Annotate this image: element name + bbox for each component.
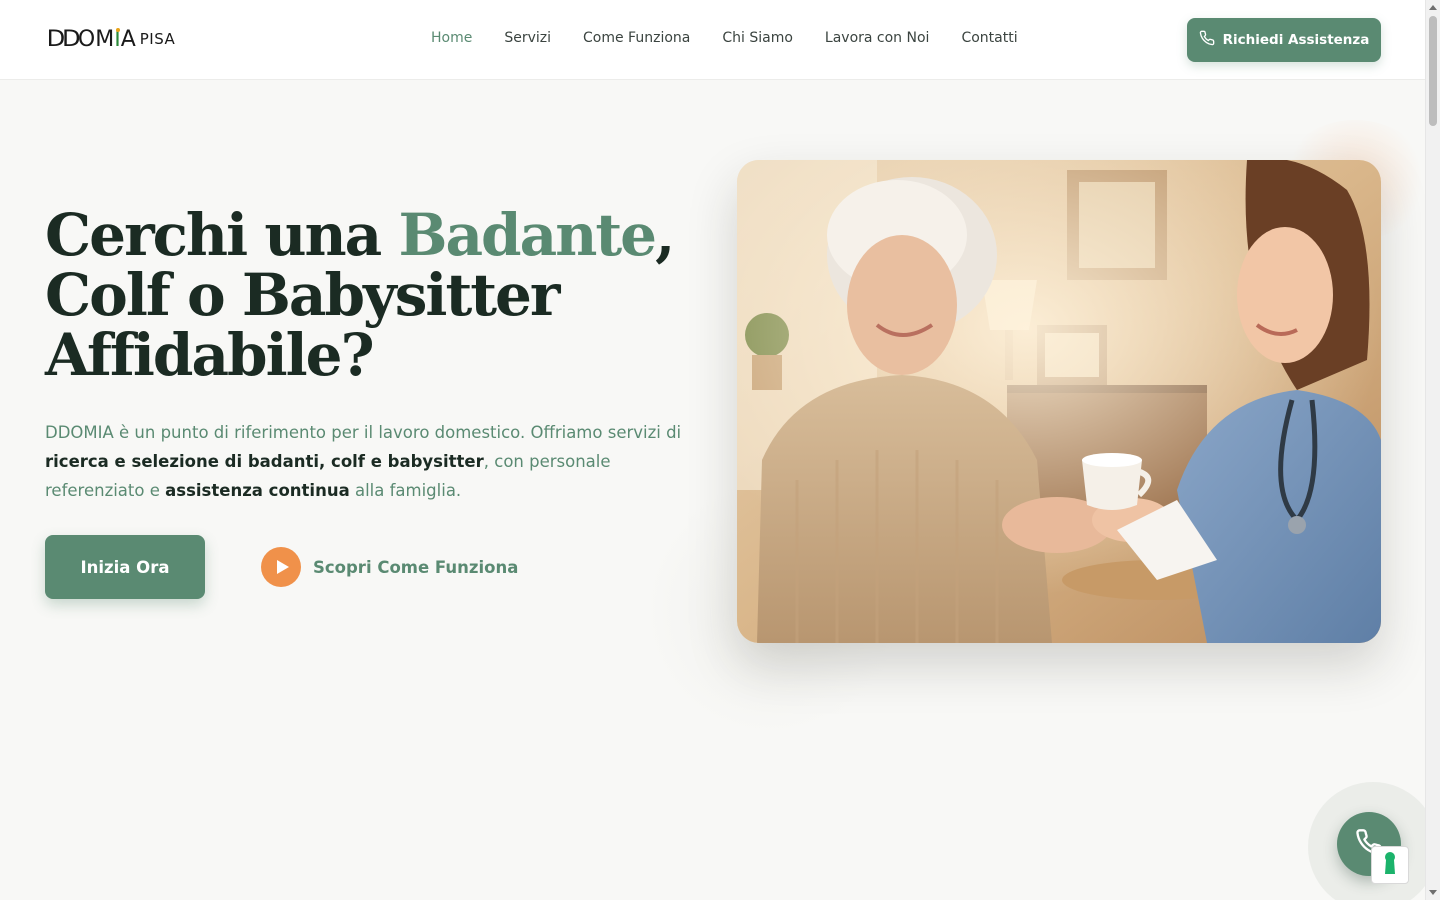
main-nav: Home Servizi Come Funziona Chi Siamo Lav… (431, 30, 1050, 46)
page-scrollbar[interactable] (1425, 0, 1440, 900)
hero-title-accent: Badante (398, 201, 657, 269)
scroll-up-arrow-icon[interactable] (1429, 5, 1437, 10)
nav-item-home[interactable]: Home (431, 30, 472, 46)
discover-how-it-works-label: Scopri Come Funziona (313, 557, 519, 577)
logo-mark: DD O M I A (46, 26, 136, 52)
hero-image (737, 160, 1381, 643)
nav-item-lavora-con-noi[interactable]: Lavora con Noi (825, 30, 930, 46)
scrollbar-thumb[interactable] (1429, 16, 1437, 126)
hero-description: DDOMIA è un punto di riferimento per il … (45, 423, 682, 500)
keyhole-icon (1383, 851, 1397, 879)
scroll-down-arrow-icon[interactable] (1429, 890, 1437, 895)
phone-icon (1199, 30, 1215, 50)
hero-title: Cerchi una Badante, Colf o Babysitter Af… (45, 201, 675, 389)
discover-how-it-works-button[interactable]: Scopri Come Funziona (261, 547, 518, 587)
nav-item-come-funziona[interactable]: Come Funziona (583, 30, 690, 46)
logo-suffix: PISA (139, 29, 176, 48)
privacy-widget-button[interactable] (1371, 846, 1409, 884)
request-assistance-label: Richiedi Assistenza (1222, 32, 1370, 48)
request-assistance-button[interactable]: Richiedi Assistenza (1187, 18, 1381, 62)
play-icon (261, 547, 301, 587)
nav-item-contatti[interactable]: Contatti (961, 30, 1017, 46)
nav-item-servizi[interactable]: Servizi (504, 30, 551, 46)
brand-logo[interactable]: DD O M I A PISA (46, 24, 176, 54)
start-now-button[interactable]: Inizia Ora (45, 535, 205, 599)
nav-item-chi-siamo[interactable]: Chi Siamo (722, 30, 793, 46)
site-header: DD O M I A PISA Home Servizi Come Funziona C… (0, 0, 1425, 80)
